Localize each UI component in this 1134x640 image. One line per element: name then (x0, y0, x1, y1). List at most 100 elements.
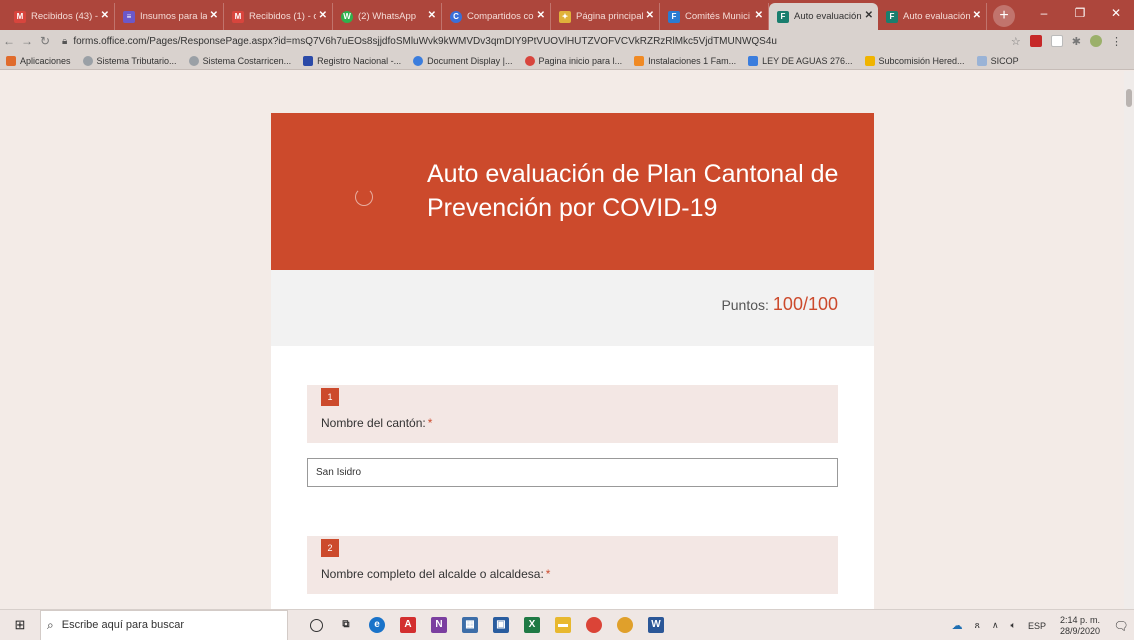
bookmark-item[interactable]: Aplicaciones (6, 55, 71, 66)
close-tab-icon[interactable]: ✕ (210, 10, 218, 21)
url-field[interactable]: forms.office.com/Pages/ResponsePage.aspx… (73, 36, 1011, 47)
language-indicator[interactable]: ESP (1028, 621, 1046, 631)
shared-drive-icon: C (450, 10, 462, 23)
star-icon[interactable]: ☆ (1011, 35, 1021, 48)
required-marker: * (427, 416, 433, 430)
volume-icon[interactable]: 🔈︎ (1011, 620, 1016, 631)
close-tab-icon[interactable]: ✕ (428, 10, 436, 21)
bookmark-item[interactable]: Sistema Costarricen... (188, 55, 291, 66)
browser-tab-active[interactable]: F Auto evaluación ✕ (769, 3, 878, 30)
system-tray: ☁ ጸ ∧ 🔈︎ ESP 2:14 p. m. 28/9/2020 🗨︎ (946, 610, 1134, 640)
onenote-icon[interactable]: N (431, 617, 447, 633)
gmail-icon: M (14, 10, 26, 23)
bookmark-item[interactable]: Document Display |... (413, 55, 513, 66)
bookmark-item[interactable]: LEY DE AGUAS 276... (748, 55, 853, 66)
calculator-icon[interactable]: ▦ (462, 617, 478, 633)
website-icon: ✦ (559, 10, 571, 23)
notification-icon[interactable]: 🗨︎ (1108, 619, 1134, 633)
browser-tab[interactable]: ≡ Insumos para la ✕ (115, 3, 224, 30)
bookmark-item[interactable]: Pagina inicio para l... (524, 55, 622, 66)
edge-icon[interactable]: e (369, 617, 385, 633)
form-card: Auto evaluación de Plan Cantonal de Prev… (271, 113, 874, 609)
task-view-icon[interactable]: ⧉ (338, 617, 354, 633)
extension-icon[interactable] (1050, 35, 1063, 47)
profile-avatar-icon[interactable] (1090, 35, 1102, 47)
browser-tab[interactable]: C Compartidos co ✕ (442, 3, 551, 30)
chevron-up-icon[interactable]: ∧ (992, 620, 999, 631)
minimize-button[interactable]: – (1026, 0, 1062, 26)
question-text: Nombre del cantón: * (321, 416, 433, 430)
document-icon (748, 55, 759, 66)
globe-icon (188, 55, 199, 66)
page-viewport: Auto evaluación de Plan Cantonal de Prev… (0, 71, 1134, 609)
form-title: Auto evaluación de Plan Cantonal de Prev… (427, 160, 839, 222)
question-number: 2 (321, 539, 339, 557)
apps-icon (6, 55, 16, 66)
windows-start-icon[interactable]: ⊞ (0, 617, 40, 633)
page-scrollbar[interactable] (1124, 71, 1134, 609)
puzzle-icon[interactable]: ✱ (1072, 35, 1081, 48)
clock-time: 2:14 p. m. (1059, 614, 1100, 625)
question-number: 1 (321, 388, 339, 406)
acrobat-icon[interactable]: A (400, 617, 416, 633)
score: Puntos: 100/100 (721, 294, 838, 315)
clock[interactable]: 2:14 p. m. 28/9/2020 (1060, 615, 1100, 637)
form-header: Auto evaluación de Plan Cantonal de Prev… (271, 113, 874, 270)
taskbar-search-box[interactable]: ⌕ Escribe aquí para buscar (40, 609, 288, 640)
website-icon (524, 55, 535, 66)
browser-tab[interactable]: M Recibidos (1) - c ✕ (224, 3, 333, 30)
browser-tab[interactable]: ✦ Página principal ✕ (551, 3, 660, 30)
lock-icon[interactable]: 🔒︎ (62, 36, 67, 47)
required-marker: * (545, 567, 551, 581)
word-icon[interactable]: W (648, 617, 664, 633)
onedrive-icon[interactable]: ☁ (952, 619, 963, 632)
people-icon[interactable]: ጸ (975, 620, 980, 631)
back-icon[interactable]: ← (0, 34, 18, 48)
windows-taskbar: ⊞ ⌕ Escribe aquí para buscar ⧉ e A N ▦ ▣… (0, 609, 1134, 640)
loading-spinner-icon (355, 188, 373, 206)
forms-icon: F (777, 10, 789, 23)
browser-tab[interactable]: M Recibidos (43) - ✕ (6, 3, 115, 30)
scrollbar-thumb[interactable] (1126, 89, 1132, 107)
maximize-button[interactable]: ❐ (1062, 0, 1098, 26)
bookmark-item[interactable]: SICOP (976, 55, 1019, 66)
bookmark-item[interactable]: Subcomisión Hered... (864, 55, 965, 66)
google-drive-icon (864, 55, 875, 66)
forward-icon[interactable]: → (18, 34, 36, 48)
browser-tab[interactable]: F Comités Munici ✕ (660, 3, 769, 30)
globe-icon (82, 55, 93, 66)
bookmarks-bar: Aplicaciones Sistema Tributario... Siste… (0, 52, 1134, 70)
close-tab-icon[interactable]: ✕ (755, 10, 763, 21)
browser-tab[interactable]: F Auto evaluación ✕ (878, 3, 987, 30)
excel-icon[interactable]: X (524, 617, 540, 633)
bookmark-item[interactable]: Instalaciones 1 Fam... (634, 55, 736, 66)
cortana-icon[interactable] (310, 618, 323, 632)
bookmark-item[interactable]: Registro Nacional -... (303, 55, 401, 66)
close-tab-icon[interactable]: ✕ (319, 10, 327, 21)
question-1: 1 Nombre del cantón: * (307, 385, 838, 443)
chrome-icon[interactable] (586, 617, 602, 633)
extensions: ☆ ✱ ⋮ (1011, 35, 1122, 48)
answer-field-1[interactable]: San Isidro (307, 458, 838, 487)
close-tab-icon[interactable]: ✕ (646, 10, 654, 21)
document-icon (413, 55, 424, 66)
browser-tab-bar: M Recibidos (43) - ✕ ≡ Insumos para la ✕… (0, 0, 1134, 30)
reload-icon[interactable]: ↻ (36, 34, 54, 48)
forms-icon: F (886, 10, 898, 23)
photos-icon[interactable]: ▣ (493, 617, 509, 633)
browser-tab[interactable]: W (2) WhatsApp ✕ (333, 3, 442, 30)
acrobat-extension-icon[interactable] (1029, 35, 1042, 47)
file-explorer-icon[interactable]: ▬ (555, 617, 571, 633)
close-tab-icon[interactable]: ✕ (973, 10, 981, 21)
close-window-button[interactable]: ✕ (1098, 0, 1134, 26)
score-value: 100/100 (772, 294, 838, 314)
close-tab-icon[interactable]: ✕ (865, 10, 873, 21)
close-tab-icon[interactable]: ✕ (537, 10, 545, 21)
score-bar: Puntos: 100/100 (271, 270, 874, 346)
chrome-notification-icon[interactable] (617, 617, 633, 633)
close-tab-icon[interactable]: ✕ (101, 10, 109, 21)
bookmark-item[interactable]: Sistema Tributario... (82, 55, 177, 66)
menu-icon[interactable]: ⋮ (1111, 35, 1122, 48)
new-tab-button[interactable]: + (993, 5, 1015, 27)
clock-date: 28/9/2020 (1059, 625, 1100, 636)
